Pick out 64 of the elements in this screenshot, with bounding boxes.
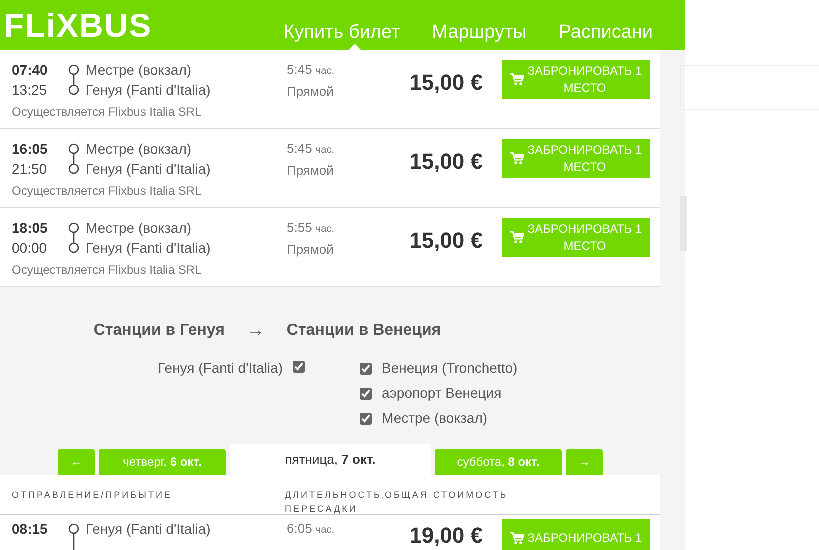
checkbox[interactable] bbox=[360, 412, 372, 424]
operator-text: Осуществляется Flixbus Italia SRL bbox=[12, 262, 203, 279]
price-text: 15,00 € bbox=[408, 148, 483, 176]
section-title: Станции в Генуя bbox=[94, 320, 225, 340]
departure-time: 08:15 bbox=[12, 520, 49, 539]
transfer-text: Прямой bbox=[287, 241, 335, 259]
price-text: 15,00 € bbox=[408, 69, 483, 97]
price-text: 19,00 € bbox=[408, 522, 483, 550]
stop-name: Генуя (Fanti d'Italia) bbox=[86, 239, 211, 258]
book-button[interactable]: ЗАБРОНИРОВАТЬ 1 МЕСТО bbox=[502, 60, 650, 99]
cart-icon bbox=[510, 532, 524, 545]
checkbox[interactable] bbox=[360, 362, 372, 374]
stop-name: Местре (вокзал) bbox=[86, 140, 193, 159]
stop-name: Генуя (Fanti d'Italia) bbox=[86, 81, 211, 100]
day-tab[interactable]: суббота, 8 окт. bbox=[435, 449, 562, 475]
nav-link[interactable]: Расписани bbox=[558, 18, 653, 48]
book-button[interactable]: ЗАБРОНИРОВАТЬ 1 МЕСТО bbox=[502, 218, 650, 257]
stop-name: Местре (вокзал) bbox=[86, 61, 193, 80]
day-tab[interactable]: четверг, 6 окт. bbox=[99, 449, 226, 475]
cart-icon bbox=[510, 152, 524, 165]
nav-link[interactable]: Маршруты bbox=[432, 18, 527, 48]
station-label: Венеция (Tronchetto) bbox=[382, 359, 518, 378]
prev-day-button[interactable]: ← bbox=[58, 449, 95, 475]
operator-text: Осуществляется Flixbus Italia SRL bbox=[12, 183, 203, 200]
route-icon bbox=[68, 63, 82, 97]
station-label: Местре (вокзал) bbox=[382, 409, 488, 428]
logo[interactable]: FLiXBUS bbox=[4, 8, 284, 42]
duration-text: 5:55 час. bbox=[287, 219, 336, 237]
book-button[interactable]: ЗАБРОНИРОВАТЬ 1 МЕСТО bbox=[502, 139, 650, 178]
departure-time: 16:05 bbox=[12, 140, 49, 159]
station-label: аэропорт Венеция bbox=[382, 384, 502, 403]
operator-text: Осуществляется Flixbus Italia SRL bbox=[12, 104, 203, 121]
checkbox[interactable] bbox=[360, 388, 372, 400]
cart-icon bbox=[510, 73, 524, 86]
stop-name: Генуя (Fanti d'Italia) bbox=[86, 520, 211, 539]
price-text: 15,00 € bbox=[408, 227, 483, 255]
checkbox[interactable] bbox=[293, 361, 305, 373]
stop-name: Местре (вокзал) bbox=[86, 219, 193, 238]
next-day-button[interactable]: → bbox=[566, 449, 603, 475]
nav-link[interactable]: Купить билет bbox=[284, 18, 400, 48]
duration-text: 6:05 час. bbox=[287, 520, 336, 538]
departure-time: 07:40 bbox=[12, 61, 49, 80]
section-title: Станции в Венеция bbox=[286, 320, 442, 340]
route-icon bbox=[68, 522, 82, 550]
transfer-text: Прямой bbox=[287, 83, 335, 101]
column-header: ОТПРАВЛЕНИЕ/ПРИБЫТИЕ bbox=[12, 489, 174, 502]
departure-time: 18:05 bbox=[12, 219, 49, 238]
duration-text: 5:45 час. bbox=[287, 61, 336, 79]
scrollbar-thumb[interactable] bbox=[680, 196, 687, 251]
station-label: Генуя (Fanti d'Italia) bbox=[158, 359, 283, 378]
column-header: ОБЩАЯ СТОИМОСТЬ bbox=[385, 489, 510, 502]
book-button[interactable]: ЗАБРОНИРОВАТЬ 1 bbox=[502, 519, 650, 550]
transfer-text: Прямой bbox=[287, 162, 335, 180]
arrival-time: 00:00 bbox=[12, 240, 48, 256]
arrival-time: 13:25 bbox=[12, 82, 48, 98]
day-tab[interactable]: пятница, 7 окт. bbox=[230, 444, 431, 475]
arrival-time: 21:50 bbox=[12, 161, 48, 177]
arrow-text: → bbox=[246, 319, 265, 342]
cart-icon bbox=[510, 231, 524, 244]
route-icon bbox=[68, 221, 82, 255]
stop-name: Генуя (Fanti d'Italia) bbox=[86, 160, 211, 179]
route-icon bbox=[68, 142, 82, 176]
column-header: ДЛИТЕЛЬНОСТЬ, ПЕРЕСАДКИ bbox=[285, 489, 385, 514]
duration-text: 5:45 час. bbox=[287, 140, 336, 158]
